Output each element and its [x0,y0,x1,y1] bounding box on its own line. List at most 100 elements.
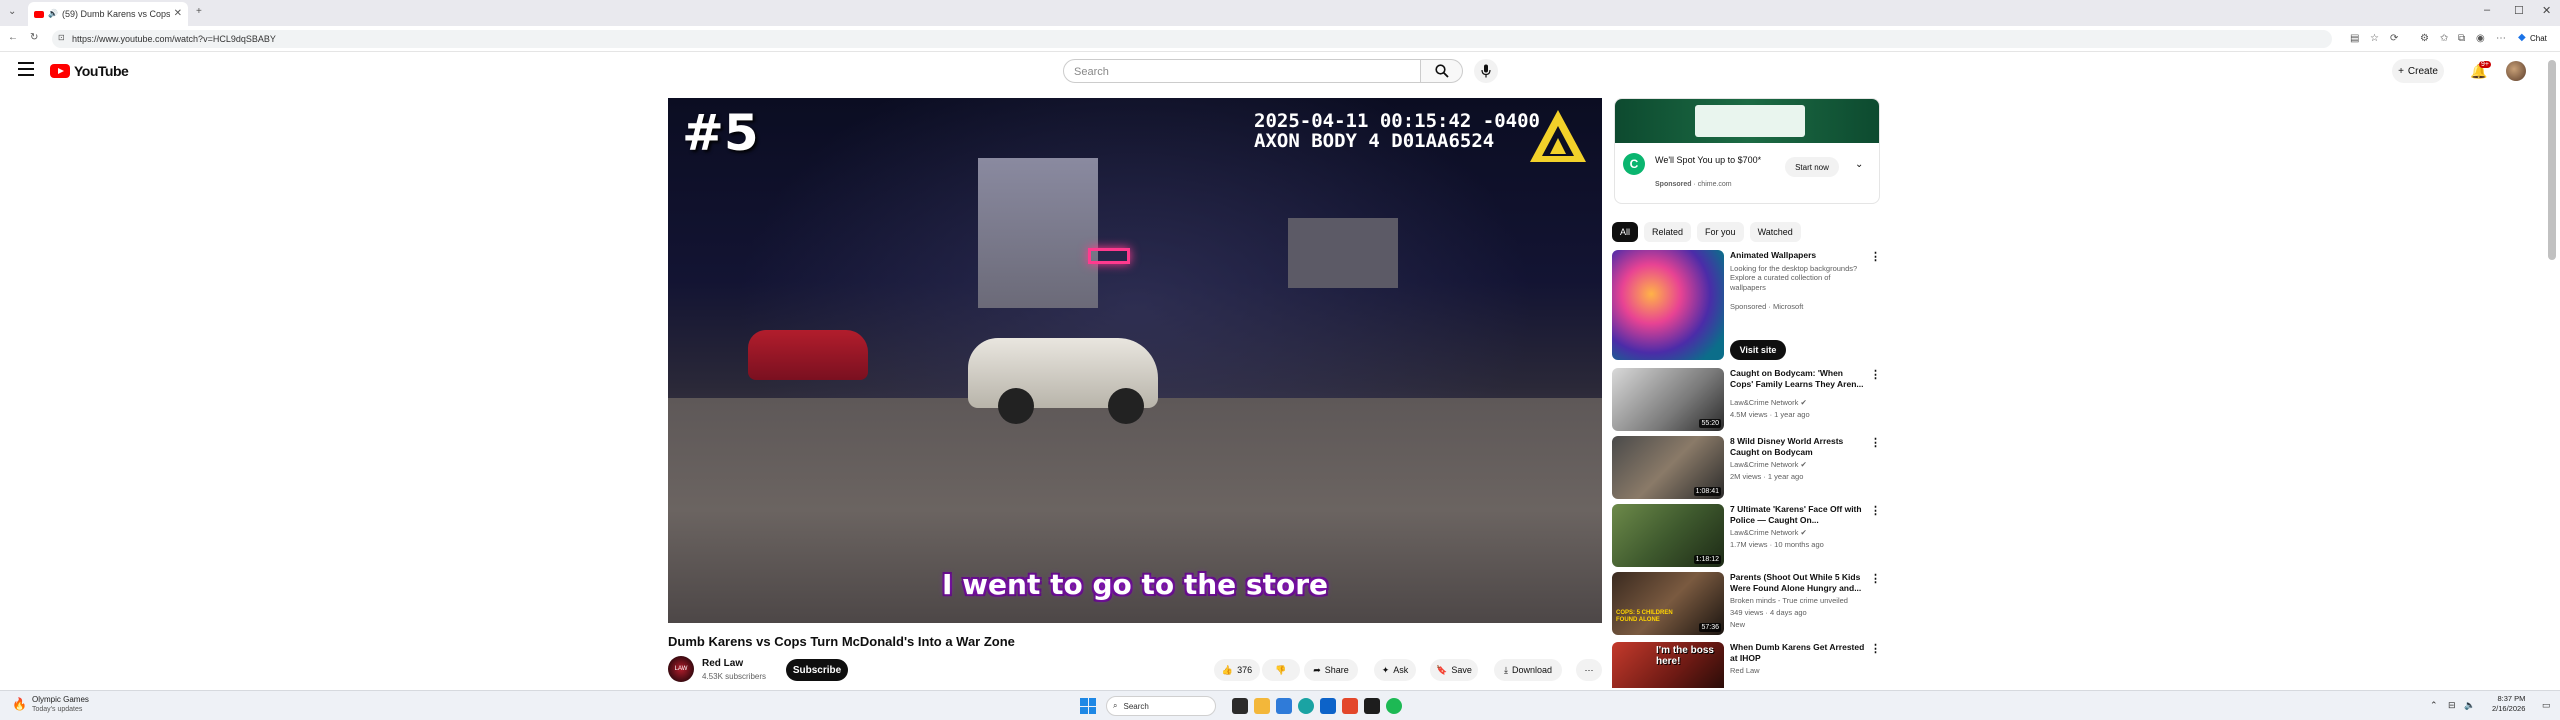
taskbar-search-box[interactable]: ⌕ Search [1106,696,1216,716]
tab-close-icon[interactable]: ✕ [174,9,182,19]
collections-icon[interactable]: ⧉ [2458,34,2465,44]
channel-avatar[interactable]: LAW [668,656,694,682]
sponsored-ad-card[interactable]: C We'll Spot You up to $700* Sponsored ·… [1614,98,1880,204]
windows-start-icon[interactable] [1080,698,1096,714]
rec-title[interactable]: 8 Wild Disney World Arrests Caught on Bo… [1730,436,1865,457]
search-input[interactable]: Search [1063,59,1421,83]
recommendation-item[interactable]: 1:18:12 7 Ultimate 'Karens' Face Off wit… [1612,504,1882,570]
url-field[interactable]: ⊡ https://www.youtube.com/watch?v=HCL9dq… [52,30,2332,48]
video-player[interactable]: #5 2025-04-11 00:15:42 -0400 AXON BODY 4… [668,98,1602,623]
close-window-icon[interactable]: ✕ [2542,4,2551,17]
plus-icon: + [2398,65,2404,77]
visit-site-button[interactable]: Visit site [1730,340,1786,360]
search-button[interactable] [1421,59,1463,83]
copilot-icon[interactable]: ◆ [2518,33,2526,43]
copilot-label[interactable]: Chat [2530,34,2547,43]
recommendation-item[interactable]: Animated Wallpapers Looking for the desk… [1612,250,1882,364]
chip-for-you[interactable]: For you [1697,222,1744,242]
chip-watched[interactable]: Watched [1749,222,1801,242]
tab-title: (59) Dumb Karens vs Cops T [61,9,170,19]
network-icon[interactable]: ⊟ [2448,700,2456,711]
more-vert-icon[interactable]: ⋮ [1870,504,1881,517]
notification-center-icon[interactable]: ▭ [2542,700,2551,711]
task-view-icon[interactable] [1232,698,1248,714]
favorite-star-icon[interactable]: ☆ [2370,34,2379,44]
volume-icon[interactable]: 🔈 [2464,700,2475,711]
favorites-icon[interactable]: ✩ [2440,34,2448,44]
chevron-down-icon[interactable]: ⌄ [1855,159,1863,170]
recommendation-item[interactable]: I'm the boss here! When Dumb Karens Get … [1612,642,1882,688]
store-icon[interactable] [1320,698,1336,714]
rec-thumbnail[interactable] [1612,250,1724,360]
more-options-icon[interactable]: ⋯ [2496,34,2506,44]
chevron-up-icon[interactable]: ⌃ [2430,700,2438,711]
like-count: 376 [1237,665,1253,675]
account-avatar[interactable] [2506,61,2526,81]
back-arrow-icon[interactable]: ← [8,33,18,43]
recommendation-item[interactable]: COPS: 5 CHILDREN FOUND ALONE 57:36 Paren… [1612,572,1882,638]
extensions-icon[interactable]: ⚙ [2420,34,2429,44]
rec-sponsor: Sponsored · Microsoft [1730,302,1804,311]
taskbar-search-label: Search [1123,701,1149,711]
create-button[interactable]: + Create [2392,59,2444,83]
mail-icon[interactable] [1276,698,1292,714]
terminal-icon[interactable] [1364,698,1380,714]
office-icon[interactable] [1342,698,1358,714]
more-vert-icon[interactable]: ⋮ [1870,572,1881,585]
recommendation-item[interactable]: 1:08:41 8 Wild Disney World Arrests Caug… [1612,436,1882,502]
dislike-button[interactable]: 👎 [1262,659,1300,681]
rec-meta: 1.7M views · 10 months ago [1730,540,1824,549]
site-info-icon[interactable]: ⊡ [58,34,65,42]
refresh-page-icon[interactable]: ⟳ [2390,34,2398,44]
rec-thumbnail[interactable]: 55:20 [1612,368,1724,431]
rec-title[interactable]: Caught on Bodycam: 'When Cops' Family Le… [1730,368,1865,389]
rec-thumb-caption: I'm the boss here! [1656,645,1714,667]
profile-icon[interactable]: ◉ [2476,34,2485,44]
spotify-icon[interactable] [1386,698,1402,714]
share-button[interactable]: ➦ Share [1304,659,1358,681]
chip-related[interactable]: Related [1644,222,1692,242]
rec-thumbnail[interactable]: I'm the boss here! [1612,642,1724,688]
rec-title[interactable]: 7 Ultimate 'Karens' Face Off with Police… [1730,504,1865,525]
ask-button[interactable]: ✦ Ask [1374,659,1416,681]
rec-thumbnail[interactable]: 1:18:12 [1612,504,1724,567]
rec-title[interactable]: When Dumb Karens Get Arrested at IHOP [1730,642,1865,663]
more-vert-icon[interactable]: ⋮ [1870,436,1881,449]
reload-icon[interactable]: ↻ [30,33,38,43]
voice-search-button[interactable] [1474,59,1498,83]
rec-thumb-caption: COPS: 5 CHILDREN FOUND ALONE [1616,610,1673,623]
channel-name[interactable]: Red Law [702,658,743,669]
more-vert-icon[interactable]: ⋮ [1870,642,1881,655]
rec-title[interactable]: Parents (Shoot Out While 5 Kids Were Fou… [1730,572,1865,593]
thumbs-down-icon: 👎 [1275,664,1287,675]
more-vert-icon[interactable]: ⋮ [1870,250,1881,263]
save-button[interactable]: 🔖 Save [1430,659,1478,681]
rec-title[interactable]: Animated Wallpapers [1730,250,1865,261]
more-vert-icon[interactable]: ⋮ [1870,368,1881,381]
edge-browser-icon[interactable] [1298,698,1314,714]
rec-thumbnail[interactable]: 1:08:41 [1612,436,1724,499]
recommendation-item[interactable]: 55:20 Caught on Bodycam: 'When Cops' Fam… [1612,368,1882,434]
file-explorer-icon[interactable] [1254,698,1270,714]
search-icon [1434,64,1449,78]
like-button[interactable]: 👍 376 [1214,659,1260,681]
download-button[interactable]: ⤓ Download [1494,659,1562,681]
hamburger-menu-icon[interactable] [18,62,34,76]
tab-list-chevron-icon[interactable]: ⌄ [8,7,16,17]
ad-headline: We'll Spot You up to $700* [1655,155,1762,165]
minimize-window-icon[interactable]: – [2484,4,2490,16]
system-clock[interactable]: 8:37 PM 2/16/2026 [2492,694,2525,714]
more-actions-button[interactable]: ⋯ [1576,659,1602,681]
speaker-icon[interactable]: 🔊 [48,10,58,18]
rec-new-badge: New [1730,620,1746,629]
chip-all[interactable]: All [1612,222,1639,242]
subscribe-button[interactable]: Subscribe [786,659,848,681]
browser-tab-active[interactable]: 🔊 (59) Dumb Karens vs Cops T ✕ [28,2,188,26]
youtube-logo[interactable]: YouTube [50,63,129,79]
page-scrollbar[interactable] [2548,60,2556,260]
ad-start-now-button[interactable]: Start now [1785,157,1839,177]
new-tab-icon[interactable]: + [196,7,202,17]
rec-thumbnail[interactable]: COPS: 5 CHILDREN FOUND ALONE 57:36 [1612,572,1724,635]
maximize-window-icon[interactable]: ☐ [2514,4,2524,17]
reader-mode-icon[interactable]: ▤ [2350,34,2359,44]
